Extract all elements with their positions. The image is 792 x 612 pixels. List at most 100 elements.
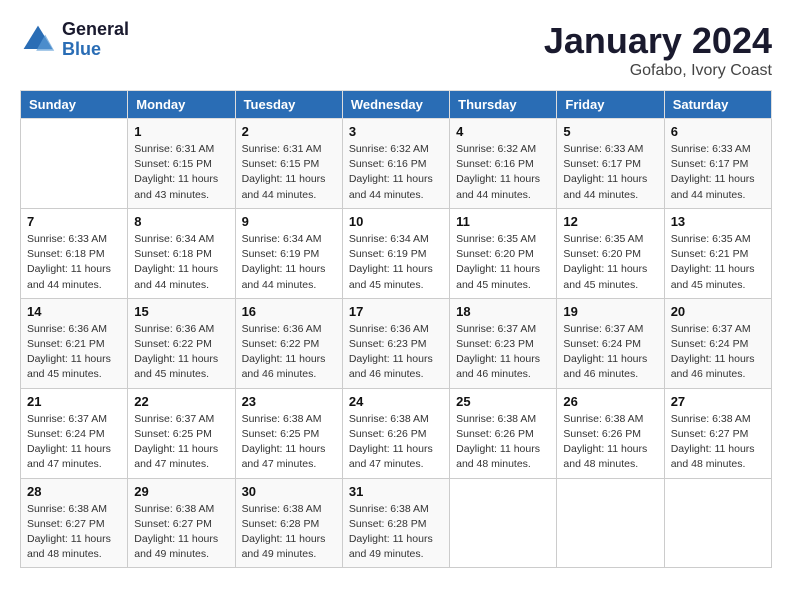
day-detail: Sunrise: 6:31 AMSunset: 6:15 PMDaylight:… xyxy=(242,142,336,203)
calendar-cell: 8 Sunrise: 6:34 AMSunset: 6:18 PMDaylight… xyxy=(128,208,235,298)
calendar-header-row: SundayMondayTuesdayWednesdayThursdayFrid… xyxy=(21,91,772,119)
header-tuesday: Tuesday xyxy=(235,91,342,119)
day-detail: Sunrise: 6:33 AMSunset: 6:17 PMDaylight:… xyxy=(563,142,657,203)
day-number: 20 xyxy=(671,304,765,319)
day-detail: Sunrise: 6:38 AMSunset: 6:26 PMDaylight:… xyxy=(349,412,443,473)
day-number: 16 xyxy=(242,304,336,319)
location-title: Gofabo, Ivory Coast xyxy=(544,62,772,80)
calendar-cell xyxy=(557,478,664,568)
day-number: 18 xyxy=(456,304,550,319)
calendar-cell: 15 Sunrise: 6:36 AMSunset: 6:22 PMDayligh… xyxy=(128,298,235,388)
calendar-cell: 14 Sunrise: 6:36 AMSunset: 6:21 PMDayligh… xyxy=(21,298,128,388)
calendar-week-2: 14 Sunrise: 6:36 AMSunset: 6:21 PMDayligh… xyxy=(21,298,772,388)
day-number: 4 xyxy=(456,124,550,139)
day-detail: Sunrise: 6:35 AMSunset: 6:20 PMDaylight:… xyxy=(563,232,657,293)
day-detail: Sunrise: 6:33 AMSunset: 6:17 PMDaylight:… xyxy=(671,142,765,203)
day-number: 9 xyxy=(242,214,336,229)
calendar-cell: 13Sunrise: 6:35 AMSunset: 6:21 PMDayligh… xyxy=(664,208,771,298)
day-number: 10 xyxy=(349,214,443,229)
day-number: 19 xyxy=(563,304,657,319)
logo-line1: General xyxy=(62,20,129,40)
header-sunday: Sunday xyxy=(21,91,128,119)
calendar-cell: 18 Sunrise: 6:37 AMSunset: 6:23 PMDayligh… xyxy=(450,298,557,388)
calendar-week-0: 1 Sunrise: 6:31 AMSunset: 6:15 PMDaylight… xyxy=(21,119,772,209)
logo-icon xyxy=(20,22,56,58)
calendar-week-1: 7Sunrise: 6:33 AMSunset: 6:18 PMDaylight… xyxy=(21,208,772,298)
day-detail: Sunrise: 6:35 AMSunset: 6:21 PMDaylight:… xyxy=(671,232,765,293)
day-detail: Sunrise: 6:36 AMSunset: 6:21 PMDaylight:… xyxy=(27,322,121,383)
calendar-cell xyxy=(450,478,557,568)
day-detail: Sunrise: 6:38 AMSunset: 6:28 PMDaylight:… xyxy=(242,502,336,563)
calendar-cell xyxy=(21,119,128,209)
day-detail: Sunrise: 6:34 AMSunset: 6:18 PMDaylight:… xyxy=(134,232,228,293)
day-detail: Sunrise: 6:34 AMSunset: 6:19 PMDaylight:… xyxy=(349,232,443,293)
day-detail: Sunrise: 6:36 AMSunset: 6:22 PMDaylight:… xyxy=(134,322,228,383)
calendar-cell: 31 Sunrise: 6:38 AMSunset: 6:28 PMDayligh… xyxy=(342,478,449,568)
day-detail: Sunrise: 6:37 AMSunset: 6:25 PMDaylight:… xyxy=(134,412,228,473)
month-title: January 2024 xyxy=(544,20,772,62)
day-detail: Sunrise: 6:37 AMSunset: 6:24 PMDaylight:… xyxy=(27,412,121,473)
day-number: 3 xyxy=(349,124,443,139)
day-number: 14 xyxy=(27,304,121,319)
calendar-cell: 10 Sunrise: 6:34 AMSunset: 6:19 PMDayligh… xyxy=(342,208,449,298)
day-number: 6 xyxy=(671,124,765,139)
day-number: 5 xyxy=(563,124,657,139)
calendar-cell: 1 Sunrise: 6:31 AMSunset: 6:15 PMDaylight… xyxy=(128,119,235,209)
day-number: 1 xyxy=(134,124,228,139)
day-number: 8 xyxy=(134,214,228,229)
day-detail: Sunrise: 6:34 AMSunset: 6:19 PMDaylight:… xyxy=(242,232,336,293)
calendar-cell: 6 Sunrise: 6:33 AMSunset: 6:17 PMDaylight… xyxy=(664,119,771,209)
day-number: 24 xyxy=(349,394,443,409)
day-number: 12 xyxy=(563,214,657,229)
calendar-cell: 27 Sunrise: 6:38 AMSunset: 6:27 PMDayligh… xyxy=(664,388,771,478)
day-number: 17 xyxy=(349,304,443,319)
day-number: 21 xyxy=(27,394,121,409)
day-number: 2 xyxy=(242,124,336,139)
logo-line2: Blue xyxy=(62,40,129,60)
day-number: 27 xyxy=(671,394,765,409)
calendar-week-3: 21 Sunrise: 6:37 AMSunset: 6:24 PMDayligh… xyxy=(21,388,772,478)
calendar-cell: 28Sunrise: 6:38 AMSunset: 6:27 PMDayligh… xyxy=(21,478,128,568)
calendar-cell xyxy=(664,478,771,568)
page-header: General Blue January 2024 Gofabo, Ivory … xyxy=(20,20,772,80)
day-number: 23 xyxy=(242,394,336,409)
day-detail: Sunrise: 6:37 AMSunset: 6:24 PMDaylight:… xyxy=(671,322,765,383)
calendar-cell: 9 Sunrise: 6:34 AMSunset: 6:19 PMDaylight… xyxy=(235,208,342,298)
day-number: 22 xyxy=(134,394,228,409)
calendar-cell: 26Sunrise: 6:38 AMSunset: 6:26 PMDayligh… xyxy=(557,388,664,478)
day-detail: Sunrise: 6:32 AMSunset: 6:16 PMDaylight:… xyxy=(349,142,443,203)
day-detail: Sunrise: 6:38 AMSunset: 6:27 PMDaylight:… xyxy=(27,502,121,563)
calendar-cell: 5 Sunrise: 6:33 AMSunset: 6:17 PMDaylight… xyxy=(557,119,664,209)
calendar-table: SundayMondayTuesdayWednesdayThursdayFrid… xyxy=(20,90,772,568)
header-friday: Friday xyxy=(557,91,664,119)
calendar-cell: 22 Sunrise: 6:37 AMSunset: 6:25 PMDayligh… xyxy=(128,388,235,478)
day-number: 30 xyxy=(242,484,336,499)
header-wednesday: Wednesday xyxy=(342,91,449,119)
day-number: 31 xyxy=(349,484,443,499)
day-detail: Sunrise: 6:38 AMSunset: 6:26 PMDaylight:… xyxy=(563,412,657,473)
header-thursday: Thursday xyxy=(450,91,557,119)
calendar-cell: 7Sunrise: 6:33 AMSunset: 6:18 PMDaylight… xyxy=(21,208,128,298)
calendar-week-4: 28Sunrise: 6:38 AMSunset: 6:27 PMDayligh… xyxy=(21,478,772,568)
day-detail: Sunrise: 6:37 AMSunset: 6:23 PMDaylight:… xyxy=(456,322,550,383)
calendar-cell: 25Sunrise: 6:38 AMSunset: 6:26 PMDayligh… xyxy=(450,388,557,478)
title-block: January 2024 Gofabo, Ivory Coast xyxy=(544,20,772,80)
day-detail: Sunrise: 6:31 AMSunset: 6:15 PMDaylight:… xyxy=(134,142,228,203)
calendar-cell: 19 Sunrise: 6:37 AMSunset: 6:24 PMDayligh… xyxy=(557,298,664,388)
day-detail: Sunrise: 6:38 AMSunset: 6:27 PMDaylight:… xyxy=(134,502,228,563)
calendar-cell: 30 Sunrise: 6:38 AMSunset: 6:28 PMDayligh… xyxy=(235,478,342,568)
calendar-cell: 4 Sunrise: 6:32 AMSunset: 6:16 PMDaylight… xyxy=(450,119,557,209)
calendar-cell: 21 Sunrise: 6:37 AMSunset: 6:24 PMDayligh… xyxy=(21,388,128,478)
day-detail: Sunrise: 6:38 AMSunset: 6:27 PMDaylight:… xyxy=(671,412,765,473)
calendar-cell: 20 Sunrise: 6:37 AMSunset: 6:24 PMDayligh… xyxy=(664,298,771,388)
calendar-cell: 2 Sunrise: 6:31 AMSunset: 6:15 PMDaylight… xyxy=(235,119,342,209)
day-detail: Sunrise: 6:37 AMSunset: 6:24 PMDaylight:… xyxy=(563,322,657,383)
day-detail: Sunrise: 6:38 AMSunset: 6:25 PMDaylight:… xyxy=(242,412,336,473)
day-detail: Sunrise: 6:38 AMSunset: 6:28 PMDaylight:… xyxy=(349,502,443,563)
logo: General Blue xyxy=(20,20,129,60)
calendar-cell: 12 Sunrise: 6:35 AMSunset: 6:20 PMDayligh… xyxy=(557,208,664,298)
calendar-cell: 17Sunrise: 6:36 AMSunset: 6:23 PMDayligh… xyxy=(342,298,449,388)
day-detail: Sunrise: 6:33 AMSunset: 6:18 PMDaylight:… xyxy=(27,232,121,293)
day-number: 15 xyxy=(134,304,228,319)
day-detail: Sunrise: 6:32 AMSunset: 6:16 PMDaylight:… xyxy=(456,142,550,203)
